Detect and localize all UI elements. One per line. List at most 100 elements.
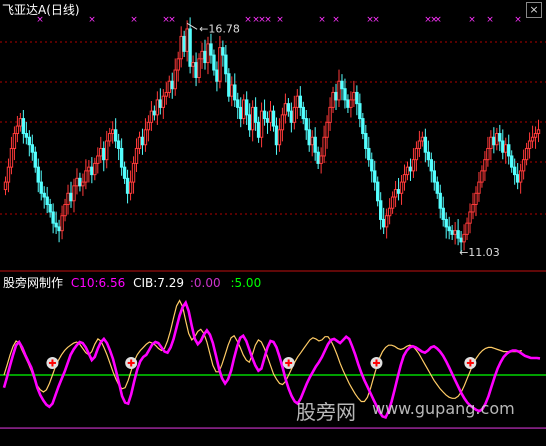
candle-body-115 [346,99,350,108]
candle-body-106 [319,155,323,164]
stock-title: 飞亚达A(日线) [2,1,80,18]
candle-body-92 [277,129,282,146]
candle-body-165 [495,133,499,146]
candle-body-40 [122,166,127,179]
candle-body-113 [340,80,344,90]
candle-body-10 [33,151,37,168]
candle-body-65 [197,58,201,78]
cib-line [3,299,522,403]
candle-body-109 [328,106,332,123]
candle-body-71 [215,69,219,82]
candle-body-13 [42,192,46,198]
signal-x-8: × [264,15,272,25]
signal-x-10: × [318,15,326,25]
candle-body-105 [316,151,320,164]
candle-body-156 [468,211,472,224]
candle-body-36 [110,129,115,135]
candle-body-93 [280,114,285,131]
candle-body-53 [161,95,166,108]
candle-body-32 [99,147,103,157]
max-pointer [186,22,198,30]
candle-body-138 [414,147,419,161]
candle-body-135 [405,166,410,176]
candle-body-118 [355,91,359,105]
candle-body-134 [402,174,407,183]
candle-body-59 [179,35,183,60]
candle-body-23 [72,185,76,202]
candle-body-133 [399,181,404,194]
candle-body-157 [471,204,475,213]
candle-body-52 [158,99,163,108]
candle-body-161 [483,159,487,172]
candle-body-30 [93,162,97,176]
candle-body-102 [307,129,311,146]
signal-x-11: × [332,15,340,25]
candle-body-77 [233,84,237,101]
close-icon[interactable]: × [526,2,542,18]
candle-body-67 [203,50,207,64]
candle-body-127 [381,218,386,228]
signal-x-13: × [372,15,380,25]
candle-body-130 [390,196,395,209]
candle-body-17 [54,222,58,228]
candle-body-83 [250,106,255,131]
candle-body-11 [36,166,40,183]
candle-body-80 [242,99,246,120]
candle-body-58 [176,58,180,71]
candle-body-158 [474,192,478,205]
candle-body-72 [218,47,222,82]
candle-body-63 [191,62,195,67]
candle-body-154 [462,233,466,243]
signal-x-1: × [88,15,96,25]
candle-body-101 [304,118,308,131]
candle-body-146 [438,192,442,209]
candle-body-120 [361,118,365,135]
candle-body-57 [173,69,177,90]
candle-body-74 [224,54,228,75]
candle-body-55 [167,80,171,93]
candle-body-41 [125,177,130,194]
candle-body-24 [75,177,79,187]
candle-body-104 [313,136,317,153]
indicator-name: 股旁网制作 [3,276,64,290]
candle-body-82 [247,114,252,131]
period-label: (日线) [46,3,80,17]
candle-body-131 [393,189,398,198]
max-label: ←16.78 [199,22,240,35]
candle-body-76 [230,84,234,97]
candle-body-49 [149,110,154,123]
candle-body-139 [417,140,422,149]
watermark-cn: 股旁网 [296,400,356,424]
candle-body-61 [185,28,189,52]
candle-body-68 [206,43,210,64]
candle-body-19 [60,215,64,232]
candle-body-31 [96,155,100,164]
candle-body-45 [137,136,142,149]
candle-body-37 [113,129,118,142]
candle-body-86 [259,110,264,138]
candle-body-119 [358,103,362,120]
candle-body-3 [12,133,17,149]
candle-body-162 [486,147,490,161]
candle-body-164 [492,136,496,146]
candle-body-0 [3,181,8,191]
candle-body-7 [24,133,29,138]
candle-body-29 [90,166,94,176]
candle-body-167 [501,140,505,153]
candle-body-98 [295,95,300,108]
candle-body-163 [489,136,493,149]
candle-body-9 [30,144,34,153]
candle-body-2 [9,147,14,168]
candle-body-6 [21,118,26,135]
candle-body-123 [370,159,374,172]
candle-body-90 [271,110,276,127]
candle-body-128 [384,215,389,228]
candle-body-142 [426,151,431,161]
candle-body-38 [116,140,121,149]
candle-body-16 [51,211,55,224]
candle-body-70 [212,54,216,71]
candle-body-114 [343,88,347,101]
candle-body-149 [447,226,451,232]
chart-canvas: × × × ×× × ××× × × × ×× ××× × × ×←16.78←11.03 [0,15,546,429]
candle-body-73 [221,47,225,56]
